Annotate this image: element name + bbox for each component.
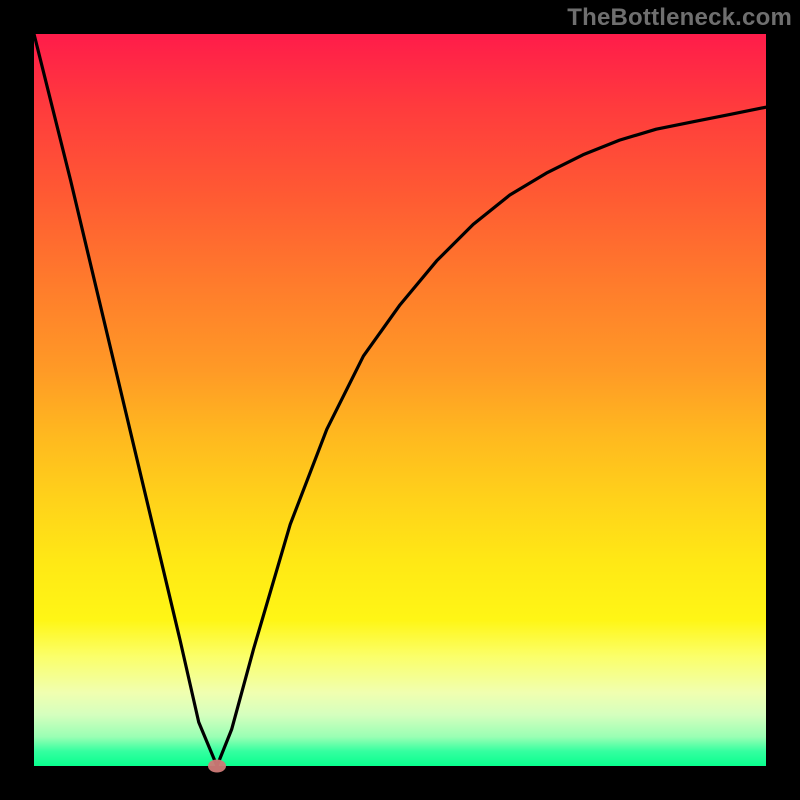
plot-area — [34, 34, 766, 766]
watermark-text: TheBottleneck.com — [567, 4, 792, 32]
bottleneck-curve — [34, 34, 766, 766]
curve-svg — [34, 34, 766, 766]
chart-frame: TheBottleneck.com — [0, 0, 800, 800]
minimum-marker — [208, 760, 226, 773]
